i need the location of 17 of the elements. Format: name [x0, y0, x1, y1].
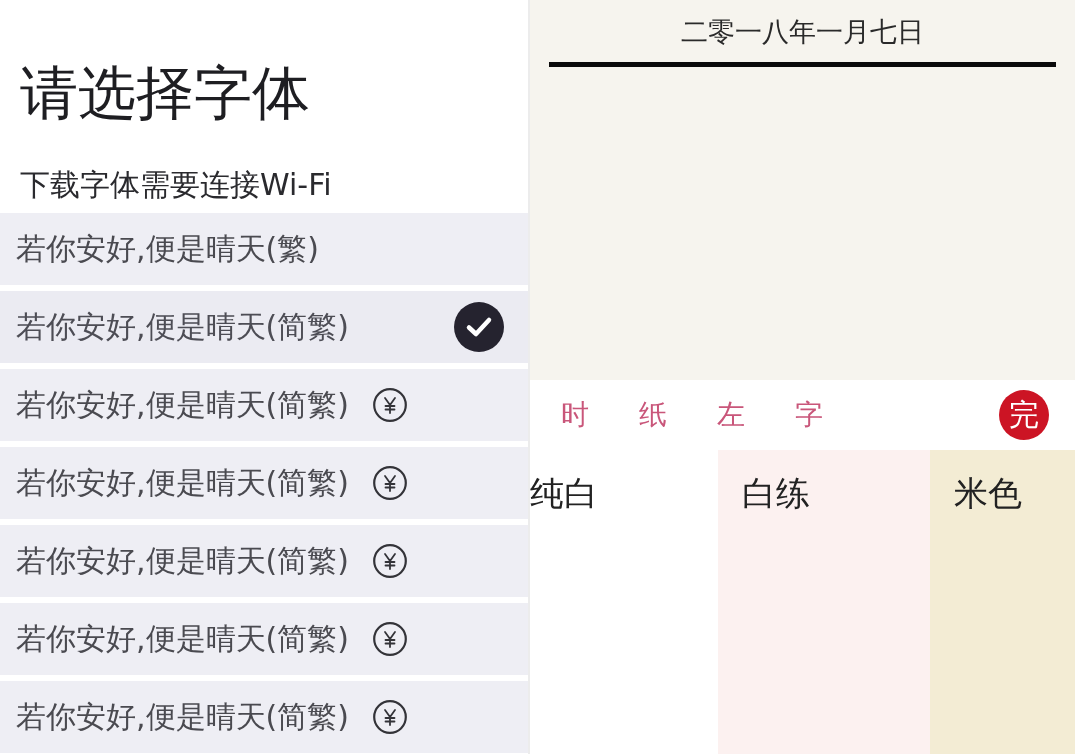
- font-option[interactable]: 若你安好,便是晴天(简繁): [0, 681, 528, 753]
- wifi-notice: 下载字体需要连接Wi-Fi: [20, 170, 332, 200]
- font-option[interactable]: 若你安好,便是晴天(繁): [0, 213, 528, 285]
- toolbar-tab[interactable]: 时: [561, 401, 589, 429]
- date-text: 二零一八年一月七日: [681, 18, 924, 45]
- font-option[interactable]: 若你安好,便是晴天(简繁): [0, 525, 528, 597]
- toolbar-tab[interactable]: 纸: [639, 401, 667, 429]
- paper-swatch[interactable]: 白练: [718, 450, 930, 754]
- font-option[interactable]: 若你安好,便是晴天(简繁): [0, 369, 528, 441]
- page-title: 请选择字体: [20, 64, 310, 122]
- font-option[interactable]: 若你安好,便是晴天(简繁): [0, 603, 528, 675]
- paper-swatch[interactable]: 米色: [930, 450, 1075, 754]
- toolbar-tab[interactable]: 左: [717, 401, 745, 429]
- done-button[interactable]: 完: [999, 390, 1049, 440]
- font-option[interactable]: 若你安好,便是晴天(简繁): [0, 447, 528, 519]
- font-option[interactable]: 若你安好,便是晴天(简繁): [0, 291, 528, 363]
- toolbar-tab[interactable]: 字: [795, 401, 823, 429]
